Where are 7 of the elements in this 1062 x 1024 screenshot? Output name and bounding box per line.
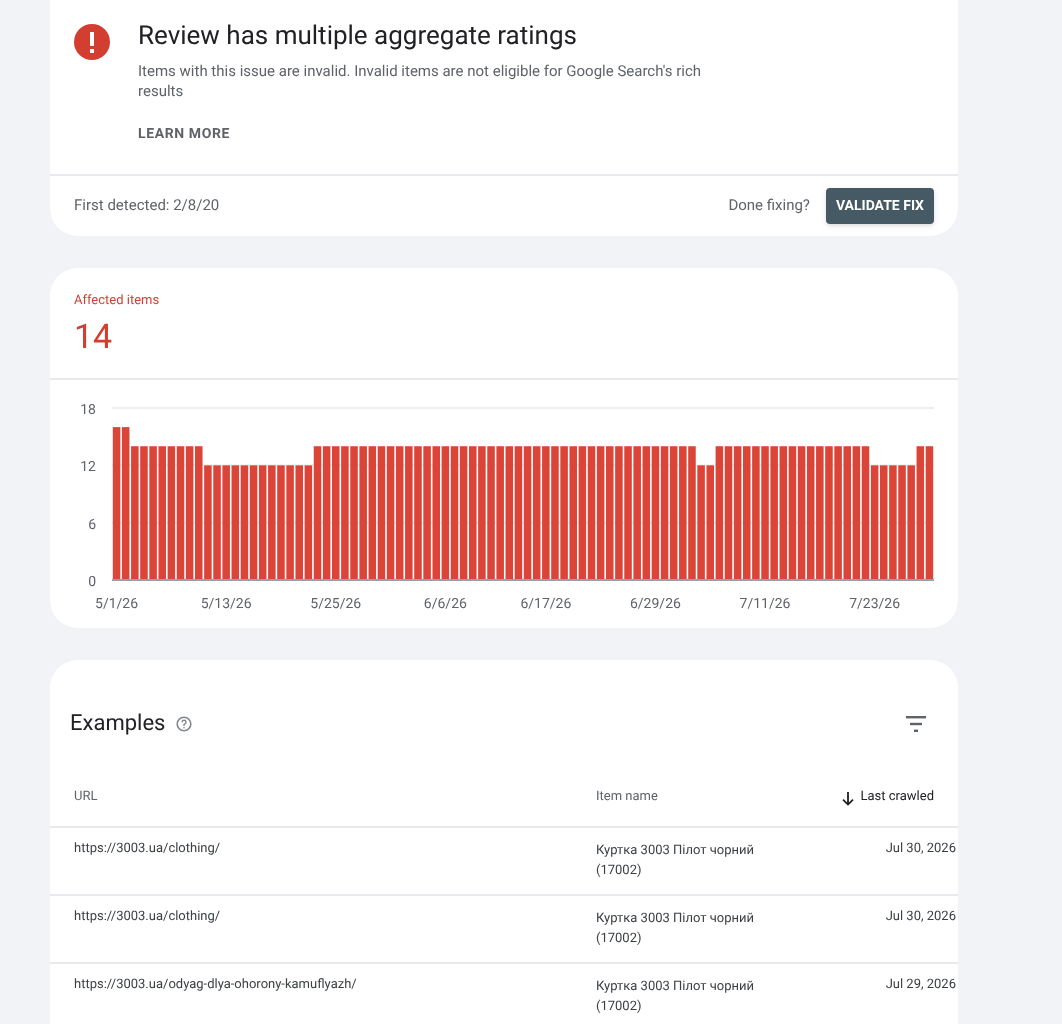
affected-items-count: 14 (74, 317, 115, 358)
filter-icon[interactable] (906, 715, 926, 732)
error-icon (74, 24, 110, 60)
help-icon[interactable] (175, 715, 192, 732)
down-arrow-icon (842, 791, 855, 806)
examples-title: Examples (70, 707, 166, 739)
issue-title: Review has multiple aggregate ratings (138, 20, 579, 56)
